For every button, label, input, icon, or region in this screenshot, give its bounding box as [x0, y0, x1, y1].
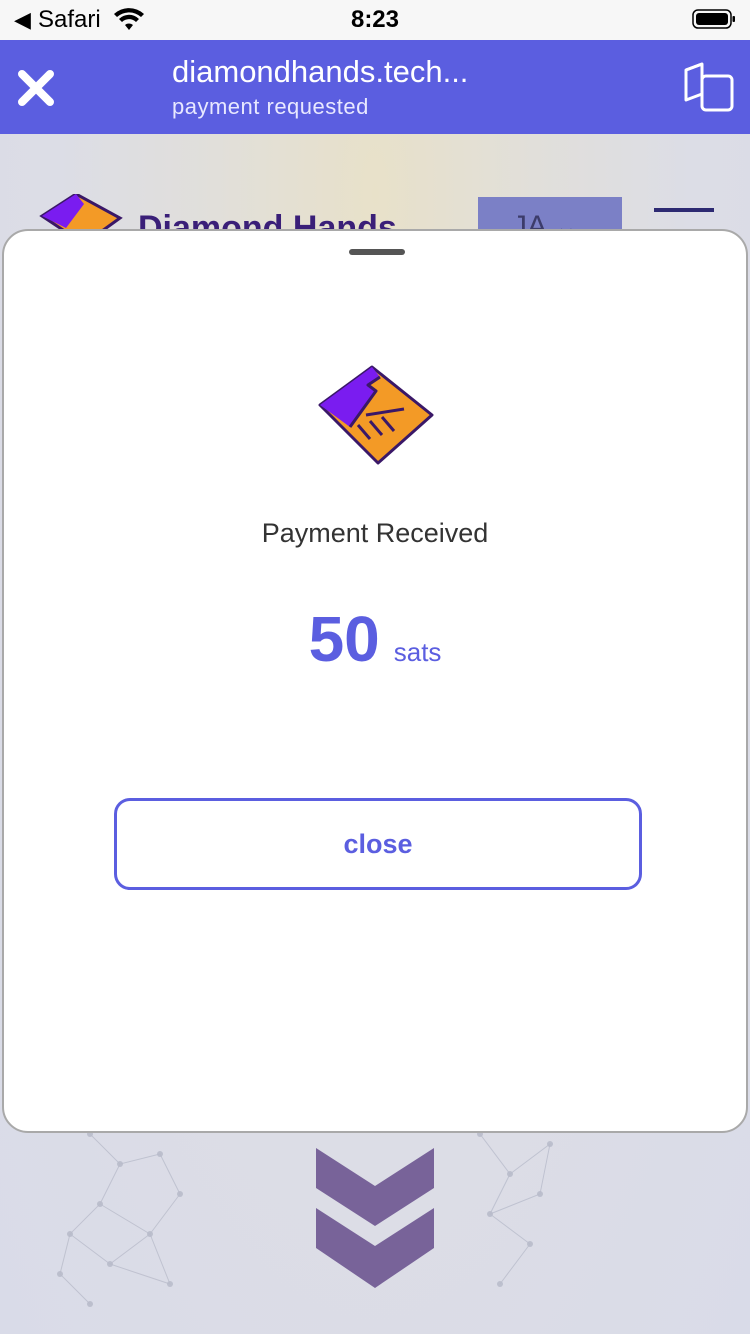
payment-amount: 50 sats [4, 603, 746, 675]
sheet-drag-handle[interactable] [349, 249, 405, 255]
battery-icon [692, 9, 735, 29]
status-bar: ◀ Safari 8:23 [0, 0, 750, 40]
payment-status-title: Payment Received [261, 518, 489, 548]
menu-icon[interactable] [654, 208, 714, 212]
payment-sheet: Payment Received 50 sats close [2, 229, 748, 1133]
close-button[interactable]: close [114, 798, 642, 890]
close-icon[interactable] [16, 68, 56, 108]
amount-unit: sats [393, 637, 442, 667]
header-domain: diamondhands.tech... [172, 54, 469, 89]
header-status: payment requested [172, 94, 369, 119]
header-bar: diamondhands.tech... payment requested [0, 40, 750, 134]
copy-icon[interactable] [682, 60, 736, 114]
status-time: 8:23 [350, 6, 400, 33]
scroll-down-chevron-icon[interactable] [316, 1148, 434, 1292]
diamond-hands-logo-icon [318, 365, 434, 465]
amount-value: 50 [308, 603, 380, 675]
